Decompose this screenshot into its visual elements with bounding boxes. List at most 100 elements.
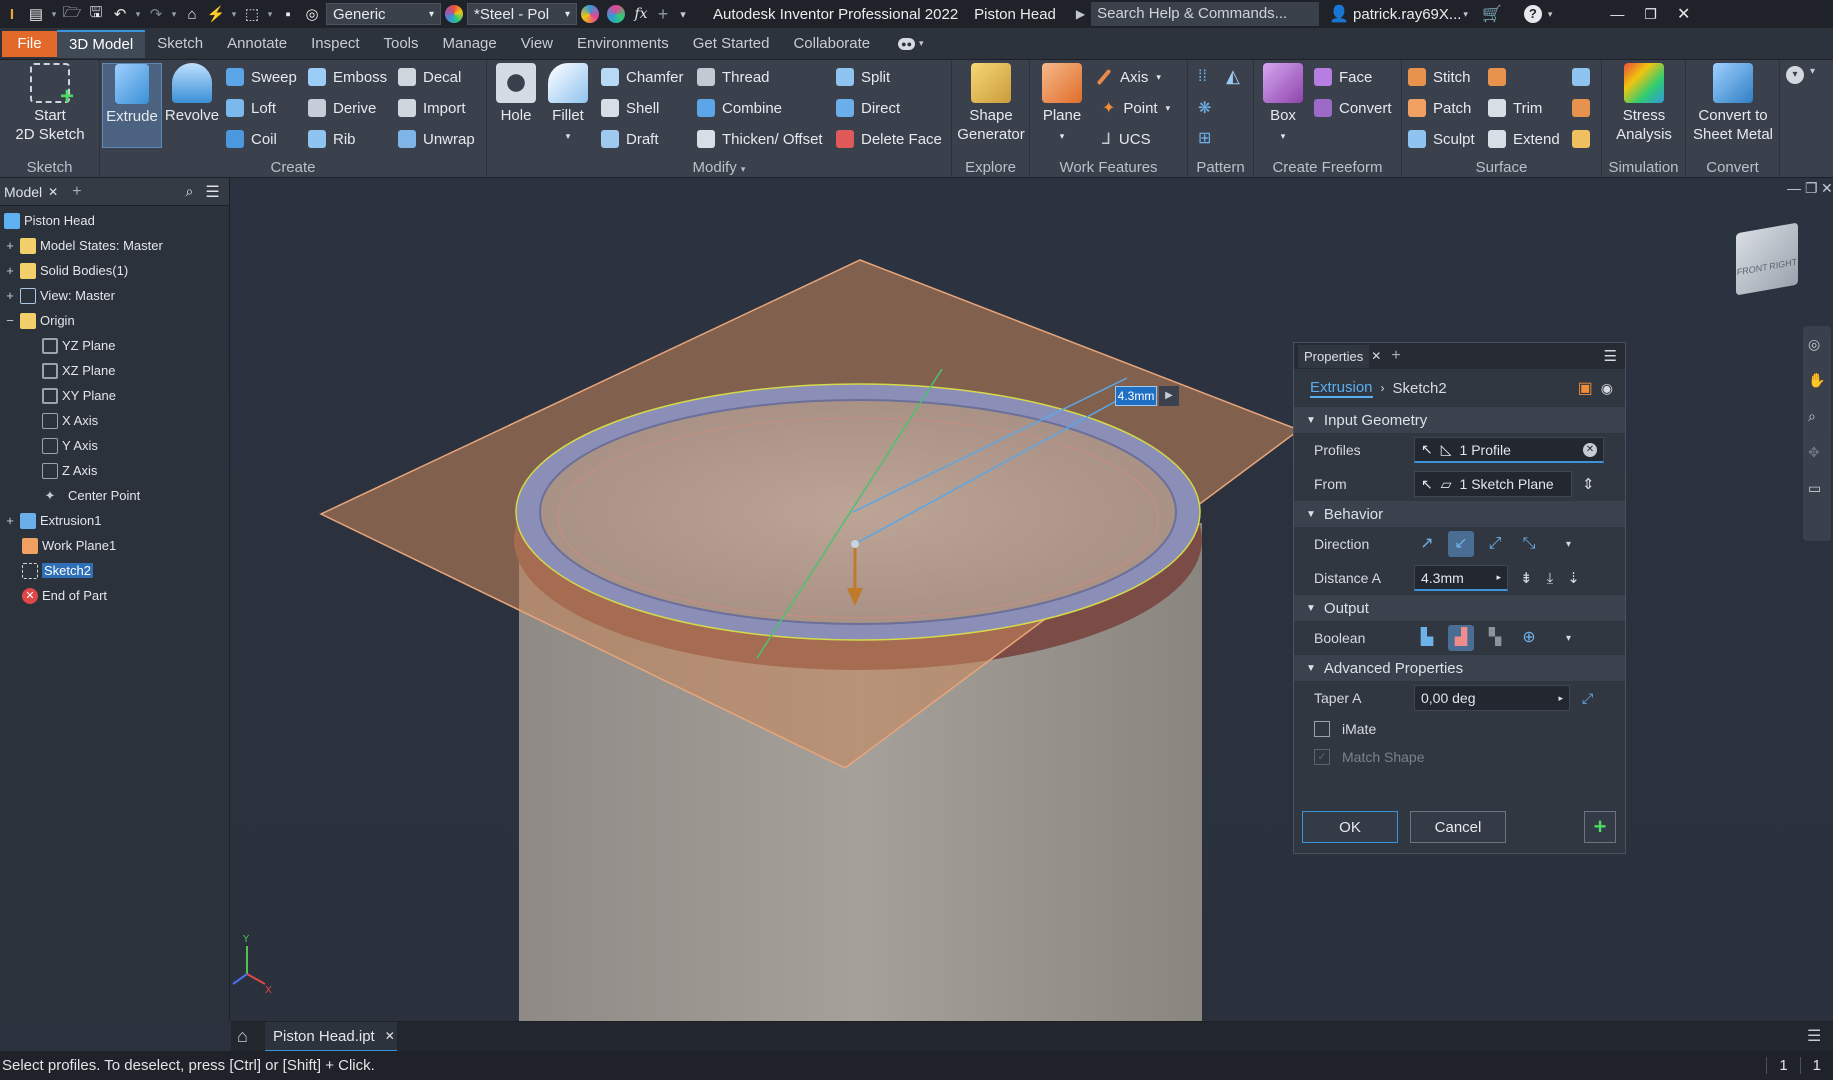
color-wheel-icon[interactable]	[445, 5, 463, 23]
section-behavior[interactable]: ▼ Behavior	[1294, 501, 1625, 527]
ribbon-options-icon[interactable]: ▾	[1786, 66, 1804, 84]
derive-button[interactable]: Derive	[308, 95, 376, 121]
stress-analysis-button[interactable]: Stress Analysis	[1606, 63, 1682, 144]
tab-sketch[interactable]: Sketch	[145, 30, 215, 58]
extend-button[interactable]: Extend	[1488, 126, 1560, 152]
chevron-down-icon[interactable]: ▾	[919, 38, 924, 49]
chevron-down-icon[interactable]: ▾	[264, 9, 276, 20]
tree-node-xy-plane[interactable]: XY Plane	[42, 383, 116, 408]
unwrap-button[interactable]: Unwrap	[398, 126, 475, 152]
open-folder-icon[interactable]: 🗁	[60, 2, 84, 27]
chevron-down-icon[interactable]: ▾	[1810, 66, 1815, 77]
tree-node-xz-plane[interactable]: XZ Plane	[42, 358, 115, 383]
steering-wheel-icon[interactable]: ◎	[1808, 336, 1820, 353]
tree-node-work-plane1[interactable]: Work Plane1	[22, 533, 116, 558]
tree-node-origin[interactable]: − Origin	[4, 308, 75, 333]
sketch-driven-pattern-icon[interactable]: ⊞	[1198, 128, 1211, 148]
direction-flipped-icon[interactable]: ↙	[1448, 531, 1474, 557]
to-next-icon[interactable]: ⇣	[1567, 569, 1580, 587]
apply-plus-button[interactable]: +	[1584, 811, 1616, 843]
chevron-right-icon[interactable]: ▸	[1496, 572, 1501, 583]
chevron-down-icon[interactable]: ▾	[1463, 9, 1468, 20]
search-icon[interactable]: ⌕	[186, 183, 194, 200]
user-icon[interactable]: 👤	[1329, 4, 1349, 24]
through-all-icon[interactable]: ⇟	[1520, 569, 1533, 587]
sweep-button[interactable]: Sweep	[226, 64, 297, 90]
close-icon[interactable]: ✕	[48, 185, 58, 199]
ball-icon[interactable]: ◎	[300, 5, 324, 23]
extrude-button[interactable]: Extrude	[102, 63, 162, 148]
join-icon[interactable]: ▙	[1414, 625, 1440, 651]
tab-manage[interactable]: Manage	[431, 30, 509, 58]
ruled-surface-icon[interactable]	[1488, 68, 1506, 86]
shape-generator-button[interactable]: Shape Generator	[956, 63, 1026, 144]
close-icon[interactable]: ✕	[1677, 4, 1690, 24]
tab-collaborate[interactable]: Collaborate	[781, 30, 882, 58]
expand-icon[interactable]: +	[4, 513, 16, 528]
coil-button[interactable]: Coil	[226, 126, 277, 152]
breadcrumb-extrusion[interactable]: Extrusion	[1310, 379, 1373, 398]
close-icon[interactable]: ✕	[1371, 349, 1381, 363]
manipulator-point[interactable]	[851, 540, 859, 548]
customize-icon[interactable]: ▾	[673, 8, 693, 21]
material-dropdown[interactable]: *Steel - Pol ▾	[467, 3, 577, 25]
ucs-button[interactable]: ⅃ UCS	[1102, 126, 1151, 152]
chevron-right-icon[interactable]: ▸	[1558, 693, 1563, 704]
emboss-button[interactable]: Emboss	[308, 64, 387, 90]
tree-node-end-of-part[interactable]: ✕ End of Part	[22, 583, 107, 608]
convert-button[interactable]: Convert	[1314, 95, 1392, 121]
decal-button[interactable]: Decal	[398, 64, 461, 90]
chamfer-button[interactable]: Chamfer	[601, 64, 684, 90]
tree-node-piston-head[interactable]: Piston Head	[4, 208, 95, 233]
tree-node-center-point[interactable]: ✦ Center Point	[42, 483, 141, 508]
tree-node-y-axis[interactable]: Y Axis	[42, 433, 98, 458]
home-icon[interactable]: ⌂	[180, 6, 204, 23]
flip-icon[interactable]: ⇕	[1582, 475, 1595, 493]
distance-input[interactable]: 4.3mm ▸	[1414, 565, 1508, 591]
patch-button[interactable]: Patch	[1408, 95, 1471, 121]
new-file-icon[interactable]: ▤	[24, 5, 48, 23]
shapes-icon[interactable]: ▪	[276, 6, 300, 23]
menu-icon[interactable]: ☰	[1604, 347, 1617, 365]
chevron-down-icon[interactable]: ▾	[48, 9, 60, 20]
preset-icon[interactable]: ▣	[1578, 378, 1593, 398]
tab-tools[interactable]: Tools	[372, 30, 431, 58]
select-icon[interactable]: ⬚	[240, 5, 264, 23]
tree-node-sketch2[interactable]: Sketch2	[22, 558, 93, 583]
redo-icon[interactable]: ↷	[144, 5, 168, 23]
tab-get-started[interactable]: Get Started	[681, 30, 782, 58]
convert-to-sheet-metal-button[interactable]: Convert to Sheet Metal	[1688, 63, 1778, 144]
tab-3d-model[interactable]: 3D Model	[57, 29, 146, 58]
tab-inspect[interactable]: Inspect	[299, 30, 371, 58]
clear-icon[interactable]: ✕	[1583, 442, 1597, 457]
point-button[interactable]: ✦ Point ▾	[1102, 95, 1170, 121]
tab-environments[interactable]: Environments	[565, 30, 681, 58]
axis-button[interactable]: Axis ▾	[1096, 64, 1161, 90]
import-button[interactable]: Import	[398, 95, 466, 121]
from-selector[interactable]: ↖ ▱ 1 Sketch Plane	[1414, 471, 1572, 497]
plus-icon[interactable]: +	[653, 4, 673, 25]
chevron-down-icon[interactable]: ▾	[168, 9, 180, 20]
breadcrumb-sketch2[interactable]: Sketch2	[1393, 380, 1447, 397]
direction-default-icon[interactable]: ↗	[1414, 531, 1440, 557]
combine-button[interactable]: Combine	[697, 95, 782, 121]
sculpt-button[interactable]: Sculpt	[1408, 126, 1475, 152]
tree-node-x-axis[interactable]: X Axis	[42, 408, 98, 433]
expand-icon[interactable]: +	[4, 288, 16, 303]
direction-asymmetric-icon[interactable]: ⤡	[1516, 531, 1542, 557]
taper-flip-icon[interactable]: ⤢	[1582, 690, 1593, 707]
minimize-document-icon[interactable]: —	[1787, 180, 1801, 196]
menu-icon[interactable]: ☰	[205, 182, 219, 202]
restore-document-icon[interactable]: ❐	[1805, 180, 1818, 197]
chevron-down-icon[interactable]: ▾	[132, 9, 144, 20]
rectangular-pattern-icon[interactable]: ⁞⁞	[1198, 68, 1207, 86]
shell-button[interactable]: Shell	[601, 95, 659, 121]
ribbon-display-toggle-icon[interactable]: ●●	[898, 37, 916, 50]
chevron-down-icon[interactable]: ▾	[1548, 9, 1553, 20]
stitch-button[interactable]: Stitch	[1408, 64, 1471, 90]
tree-node-view[interactable]: + View: Master	[4, 283, 115, 308]
profiles-selector[interactable]: ↖ ◺ 1 Profile ✕	[1414, 437, 1604, 463]
start-2d-sketch-button[interactable]: + Start 2D Sketch	[8, 63, 92, 144]
cancel-button[interactable]: Cancel	[1410, 811, 1506, 843]
panel-label-modify[interactable]: Modify ▾	[487, 159, 951, 176]
